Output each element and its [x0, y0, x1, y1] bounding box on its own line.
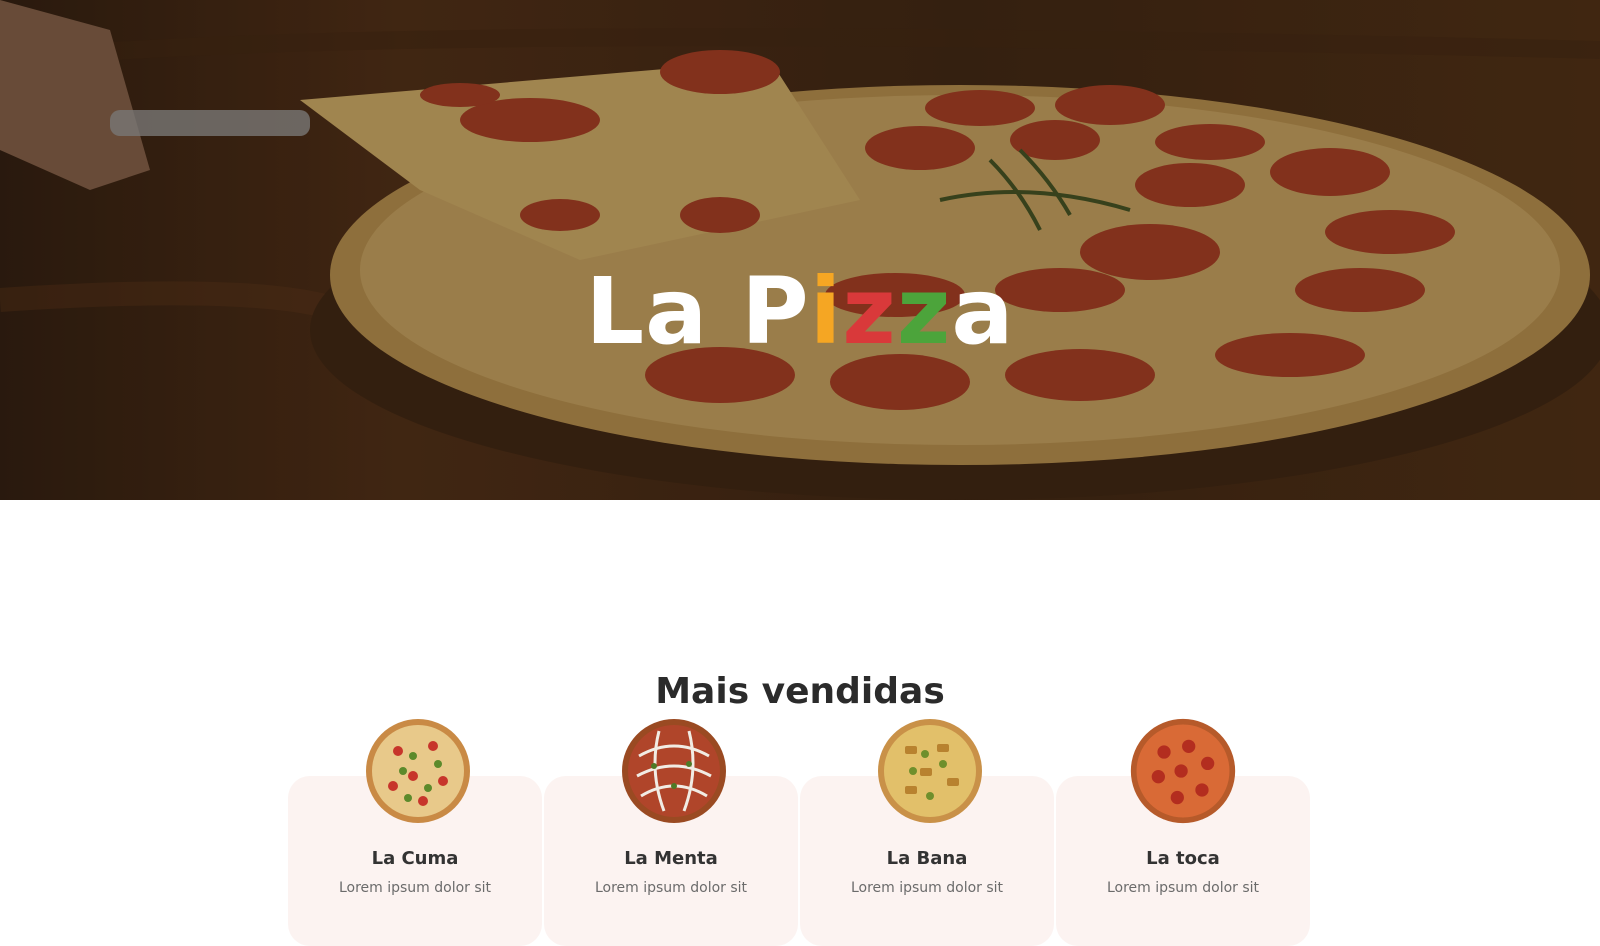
hero-overlay [0, 0, 1600, 500]
pizza-description: Lorem ipsum dolor sit [338, 880, 492, 896]
pizza-description: Lorem ipsum dolor sit [594, 880, 748, 896]
best-sellers-title: Mais vendidas [655, 670, 945, 712]
pizza-la-bana-image [878, 719, 982, 823]
pizza-name: La Menta [624, 848, 718, 869]
brand-part-a: a [951, 257, 1015, 365]
brand-part-z1: z [842, 257, 897, 365]
pizza-name: La toca [1146, 848, 1220, 869]
pizza-name: La Cuma [371, 848, 459, 869]
pizza-name: La Bana [886, 848, 968, 869]
pizza-la-toca-image [1130, 718, 1236, 824]
brand-part-i: i [809, 257, 843, 365]
pizza-description: Lorem ipsum dolor sit [1106, 880, 1260, 896]
hero-banner: La Pizza [0, 0, 1600, 500]
brand-part-z2: z [896, 257, 952, 365]
pizza-la-menta-image [622, 719, 726, 823]
brand-logo-title: La Pizza [0, 252, 1600, 372]
brand-part-la-p: La P [585, 257, 810, 365]
pizza-la-cuma-image [366, 719, 470, 823]
best-sellers-list: La Cuma Lorem ipsum dolor sit La Menta L… [288, 716, 1312, 946]
pizza-description: Lorem ipsum dolor sit [850, 880, 1004, 896]
